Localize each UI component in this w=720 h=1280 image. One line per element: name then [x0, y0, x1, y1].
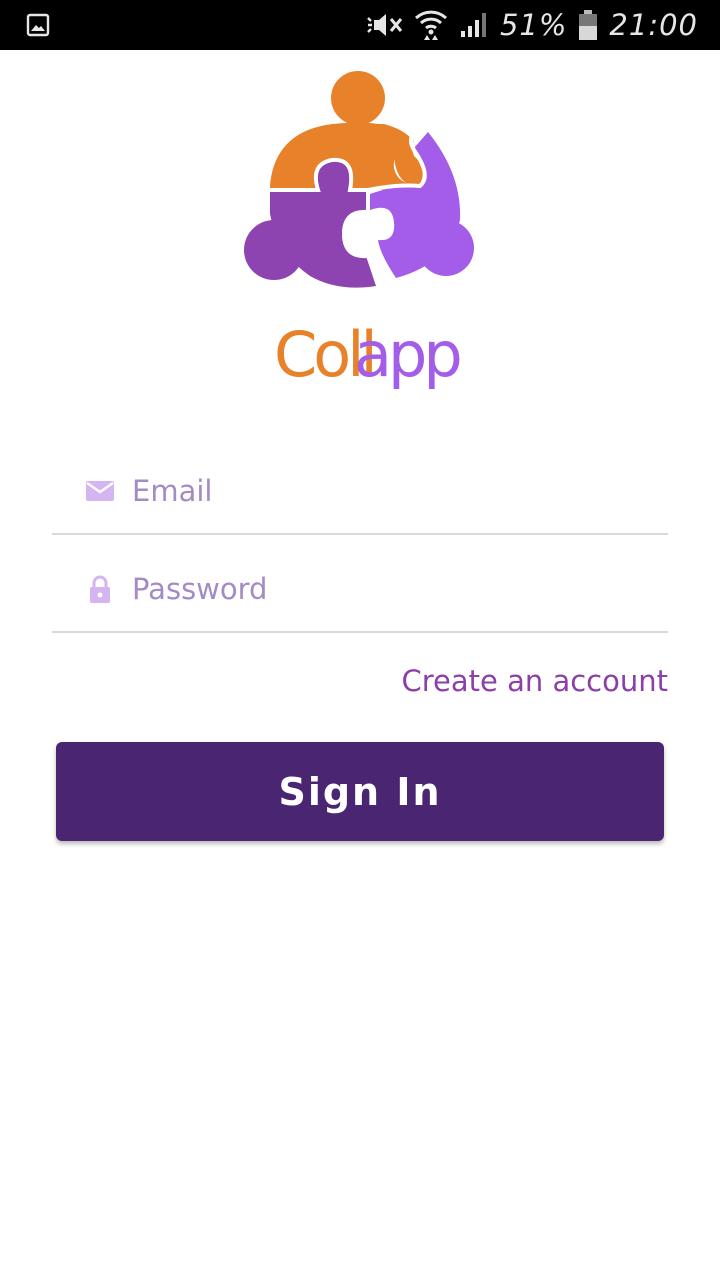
- email-field[interactable]: Email: [52, 449, 668, 535]
- clock: 21:00: [609, 8, 698, 42]
- mute-icon: [367, 14, 403, 36]
- sign-in-button[interactable]: Sign In: [56, 742, 664, 841]
- status-bar: 51% 21:00: [0, 0, 720, 50]
- battery-icon: [579, 10, 598, 40]
- status-icons: 51% 21:00: [364, 0, 698, 50]
- login-screen: 51% 21:00 Coll app Email Password Create…: [0, 0, 720, 1280]
- create-account-link[interactable]: Create an account: [402, 664, 668, 698]
- battery-percent: 51%: [499, 8, 568, 42]
- email-placeholder: Email: [132, 474, 213, 508]
- signal-icon: [460, 13, 486, 37]
- collapp-logo-icon: [244, 71, 474, 288]
- lock-icon: [90, 575, 110, 603]
- password-field[interactable]: Password: [52, 547, 668, 633]
- email-icon: [86, 481, 114, 501]
- wifi-icon: [414, 10, 447, 40]
- password-placeholder: Password: [132, 572, 268, 606]
- svg-text:app: app: [354, 320, 459, 391]
- brand-logo: Coll app: [270, 318, 463, 400]
- gallery-icon: [26, 13, 50, 37]
- sign-in-label: Sign In: [278, 769, 442, 814]
